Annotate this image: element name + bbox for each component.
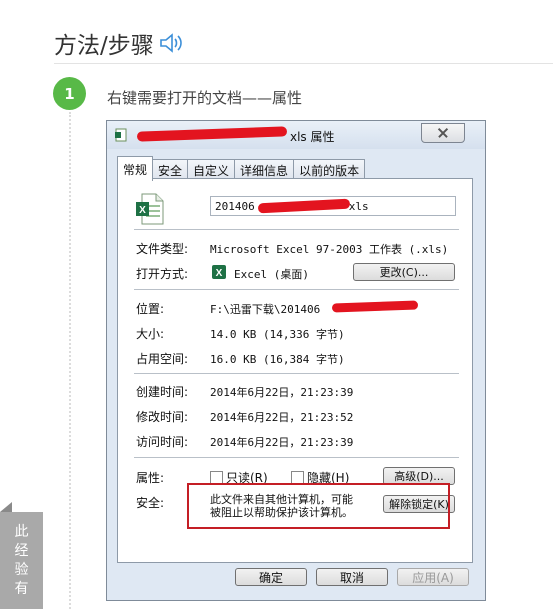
section-title-text: 方法/步骤 xyxy=(54,33,154,59)
security-label: 安全: xyxy=(136,496,165,510)
svg-text:X: X xyxy=(216,268,223,279)
tab-details[interactable]: 详细信息 xyxy=(234,159,295,179)
redaction-mark xyxy=(136,126,288,142)
step-connector-line xyxy=(69,112,71,609)
size-value: 14.0 KB (14,336 字节) xyxy=(210,328,345,341)
open-with-label: 打开方式: xyxy=(136,267,189,281)
modified-value: 2014年6月22日，21:23:52 xyxy=(210,411,354,424)
divider xyxy=(134,229,459,230)
close-button[interactable] xyxy=(421,123,465,143)
attributes-label: 属性: xyxy=(136,471,165,485)
dialog-tabs: 常规 安全 自定义 详细信息 以前的版本 xyxy=(117,156,366,181)
size-label: 大小: xyxy=(136,327,165,341)
created-value: 2014年6月22日，21:23:39 xyxy=(210,386,354,399)
excel-app-icon: X xyxy=(212,265,226,279)
step-number-badge: 1 xyxy=(53,77,86,110)
ok-button[interactable]: 确定 xyxy=(235,568,307,586)
created-label: 创建时间: xyxy=(136,385,189,399)
tab-general[interactable]: 常规 xyxy=(117,156,154,181)
side-tab-char: 验 xyxy=(14,561,29,578)
divider xyxy=(134,457,459,458)
divider xyxy=(134,373,459,374)
svg-text:X: X xyxy=(139,205,146,216)
side-tab-fold xyxy=(0,502,12,512)
speaker-icon[interactable] xyxy=(158,31,186,55)
tab-security[interactable]: 安全 xyxy=(152,159,189,179)
change-button[interactable]: 更改(C)... xyxy=(353,263,455,281)
disk-size-label: 占用空间: xyxy=(136,352,189,366)
side-tab-char: 经 xyxy=(14,542,29,559)
excel-file-icon xyxy=(115,128,127,142)
highlight-box xyxy=(187,483,450,529)
location-label: 位置: xyxy=(136,302,165,316)
location-value: F:\迅雷下载\201406 xyxy=(210,303,321,316)
open-with-value: Excel (桌面) xyxy=(234,268,309,281)
file-name-suffix: xls xyxy=(348,200,369,213)
dialog-title: xls 属性 xyxy=(290,130,335,144)
tab-previous-versions[interactable]: 以前的版本 xyxy=(293,159,366,179)
side-tab[interactable]: 此 经 验 有 xyxy=(0,502,43,609)
side-tab-char: 此 xyxy=(14,523,29,540)
excel-file-icon: X xyxy=(136,193,164,225)
file-type-value: Microsoft Excel 97-2003 工作表 (.xls) xyxy=(210,243,449,256)
accessed-value: 2014年6月22日，21:23:39 xyxy=(210,436,354,449)
modified-label: 修改时间: xyxy=(136,410,189,424)
step-text: 右键需要打开的文档——属性 xyxy=(107,89,303,107)
apply-button[interactable]: 应用(A) xyxy=(397,568,469,586)
redaction-mark xyxy=(331,300,419,313)
file-name-prefix: 201406 xyxy=(215,200,255,213)
section-title: 方法/步骤 xyxy=(54,26,186,60)
title-divider xyxy=(54,63,553,64)
disk-size-value: 16.0 KB (16,384 字节) xyxy=(210,353,345,366)
divider xyxy=(134,289,459,290)
dialog-titlebar: xls 属性 xyxy=(107,121,485,149)
tab-custom[interactable]: 自定义 xyxy=(187,159,236,179)
file-type-label: 文件类型: xyxy=(136,242,189,256)
side-tab-char: 有 xyxy=(14,580,29,597)
cancel-button[interactable]: 取消 xyxy=(316,568,388,586)
accessed-label: 访问时间: xyxy=(136,435,189,449)
properties-dialog: xls 属性 常规 安全 自定义 详细信息 以前的版本 X 201406 xls … xyxy=(106,120,486,601)
